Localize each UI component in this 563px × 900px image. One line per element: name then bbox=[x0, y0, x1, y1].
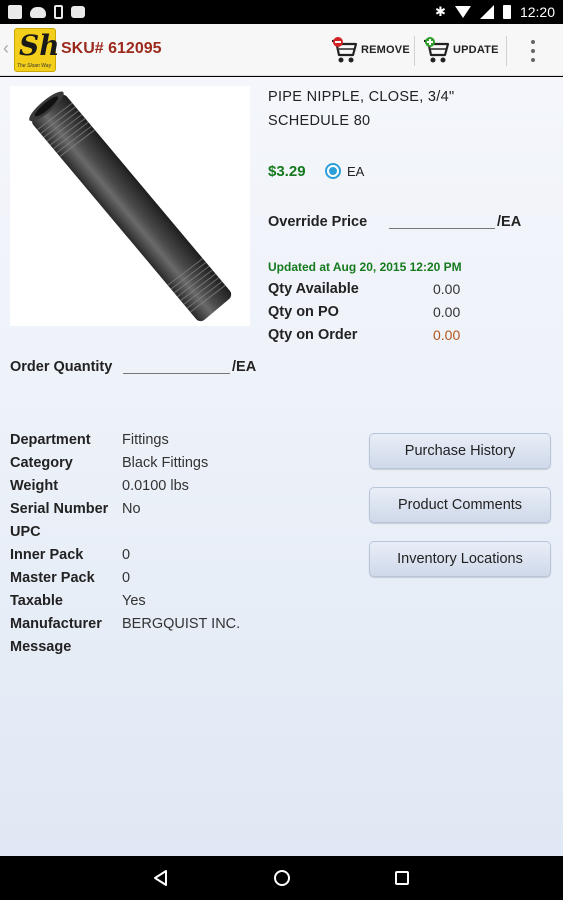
chevron-left-icon[interactable]: ‹ bbox=[3, 38, 9, 59]
product-detail: PIPE NIPPLE, CLOSE, 3/4" SCHEDULE 80 $3.… bbox=[0, 77, 563, 856]
gallery-icon bbox=[8, 5, 22, 19]
signal-icon bbox=[479, 5, 494, 19]
order-quantity-unit: /EA bbox=[232, 359, 257, 375]
back-nav-icon[interactable] bbox=[151, 868, 171, 888]
sku-title: SKU# 612095 bbox=[61, 40, 162, 57]
logo-subtext: The Sloan Way bbox=[17, 63, 52, 69]
attr-label: Serial Number bbox=[10, 501, 109, 517]
attr-label: Manufacturer bbox=[10, 616, 102, 632]
order-quantity-label: Order Quantity bbox=[10, 359, 113, 375]
logo-text: Sh bbox=[19, 29, 60, 62]
attr-label: UPC bbox=[10, 524, 41, 540]
attr-value: 0.0100 lbs bbox=[122, 478, 189, 494]
attr-value: No bbox=[122, 501, 141, 517]
bluetooth-icon: ✱ bbox=[435, 4, 446, 19]
qty-on-order-label: Qty on Order bbox=[268, 327, 358, 343]
cart-remove-icon bbox=[330, 35, 358, 65]
attr-value: Black Fittings bbox=[122, 455, 209, 471]
cart-add-icon bbox=[422, 35, 450, 65]
app-bar: ‹ Sh The Sloan Way SKU# 612095 REMOVE UP… bbox=[0, 24, 563, 76]
product-title-line1: PIPE NIPPLE, CLOSE, 3/4" bbox=[268, 89, 455, 105]
update-label: UPDATE bbox=[453, 44, 499, 56]
unit-radio-label: EA bbox=[347, 164, 365, 179]
status-bar: ✱ 12:20 bbox=[0, 0, 563, 24]
attr-value: Yes bbox=[122, 593, 146, 609]
qty-on-po-label: Qty on PO bbox=[268, 304, 339, 320]
unit-radio-ea[interactable] bbox=[325, 163, 341, 179]
override-price-unit: /EA bbox=[497, 214, 522, 230]
override-price-input[interactable] bbox=[389, 211, 495, 229]
clock: 12:20 bbox=[519, 4, 555, 20]
recents-nav-icon[interactable] bbox=[392, 868, 412, 888]
update-button[interactable]: UPDATE bbox=[422, 32, 499, 68]
attr-label: Category bbox=[10, 455, 73, 471]
price: $3.29 bbox=[268, 163, 306, 180]
attr-label: Message bbox=[10, 639, 72, 655]
action-divider bbox=[414, 36, 415, 66]
attr-label: Master Pack bbox=[10, 570, 95, 586]
remove-label: REMOVE bbox=[361, 44, 410, 56]
updated-timestamp: Updated at Aug 20, 2015 12:20 PM bbox=[268, 260, 462, 274]
inventory-locations-button[interactable]: Inventory Locations bbox=[369, 541, 551, 577]
system-icons: ✱ 12:20 bbox=[435, 4, 555, 20]
attr-label: Inner Pack bbox=[10, 547, 84, 563]
navigation-bar bbox=[0, 856, 563, 900]
purchase-history-button[interactable]: Purchase History bbox=[369, 433, 551, 469]
wifi-icon bbox=[454, 6, 471, 18]
phone-icon bbox=[54, 5, 63, 19]
attr-label: Weight bbox=[10, 478, 59, 494]
cloud-upload-icon bbox=[30, 6, 46, 18]
product-title-line2: SCHEDULE 80 bbox=[268, 113, 371, 129]
qty-available-value: 0.00 bbox=[433, 281, 461, 297]
attr-value: 0 bbox=[122, 547, 131, 563]
qty-available-label: Qty Available bbox=[268, 281, 359, 297]
action-divider bbox=[506, 36, 507, 66]
qty-on-po-value: 0.00 bbox=[433, 304, 461, 320]
attr-value: Fittings bbox=[122, 432, 169, 448]
order-quantity-input[interactable] bbox=[123, 356, 230, 374]
store-icon bbox=[71, 6, 85, 18]
override-price-label: Override Price bbox=[268, 214, 368, 230]
pipe-nipple-illustration bbox=[29, 91, 232, 322]
home-nav-icon[interactable] bbox=[272, 868, 292, 888]
attr-value: 0 bbox=[122, 570, 131, 586]
overflow-menu-icon[interactable] bbox=[527, 38, 539, 64]
attr-value: BERGQUIST INC. bbox=[122, 616, 241, 632]
battery-icon bbox=[502, 5, 511, 19]
notification-icons bbox=[8, 5, 85, 19]
attr-label: Taxable bbox=[10, 593, 63, 609]
product-image[interactable] bbox=[10, 86, 250, 326]
attr-label: Department bbox=[10, 432, 91, 448]
qty-on-order-value: 0.00 bbox=[433, 327, 461, 343]
product-comments-button[interactable]: Product Comments bbox=[369, 487, 551, 523]
remove-button[interactable]: REMOVE bbox=[330, 32, 410, 68]
app-logo[interactable]: Sh The Sloan Way bbox=[14, 28, 60, 72]
